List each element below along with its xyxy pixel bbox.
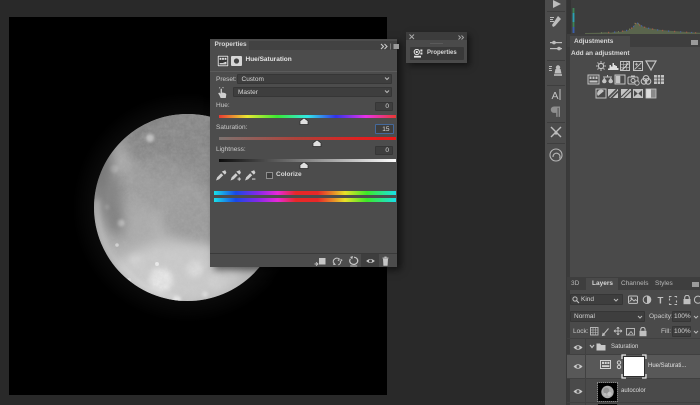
svg-text:A: A <box>552 90 559 102</box>
svg-text:T: T <box>658 295 664 305</box>
